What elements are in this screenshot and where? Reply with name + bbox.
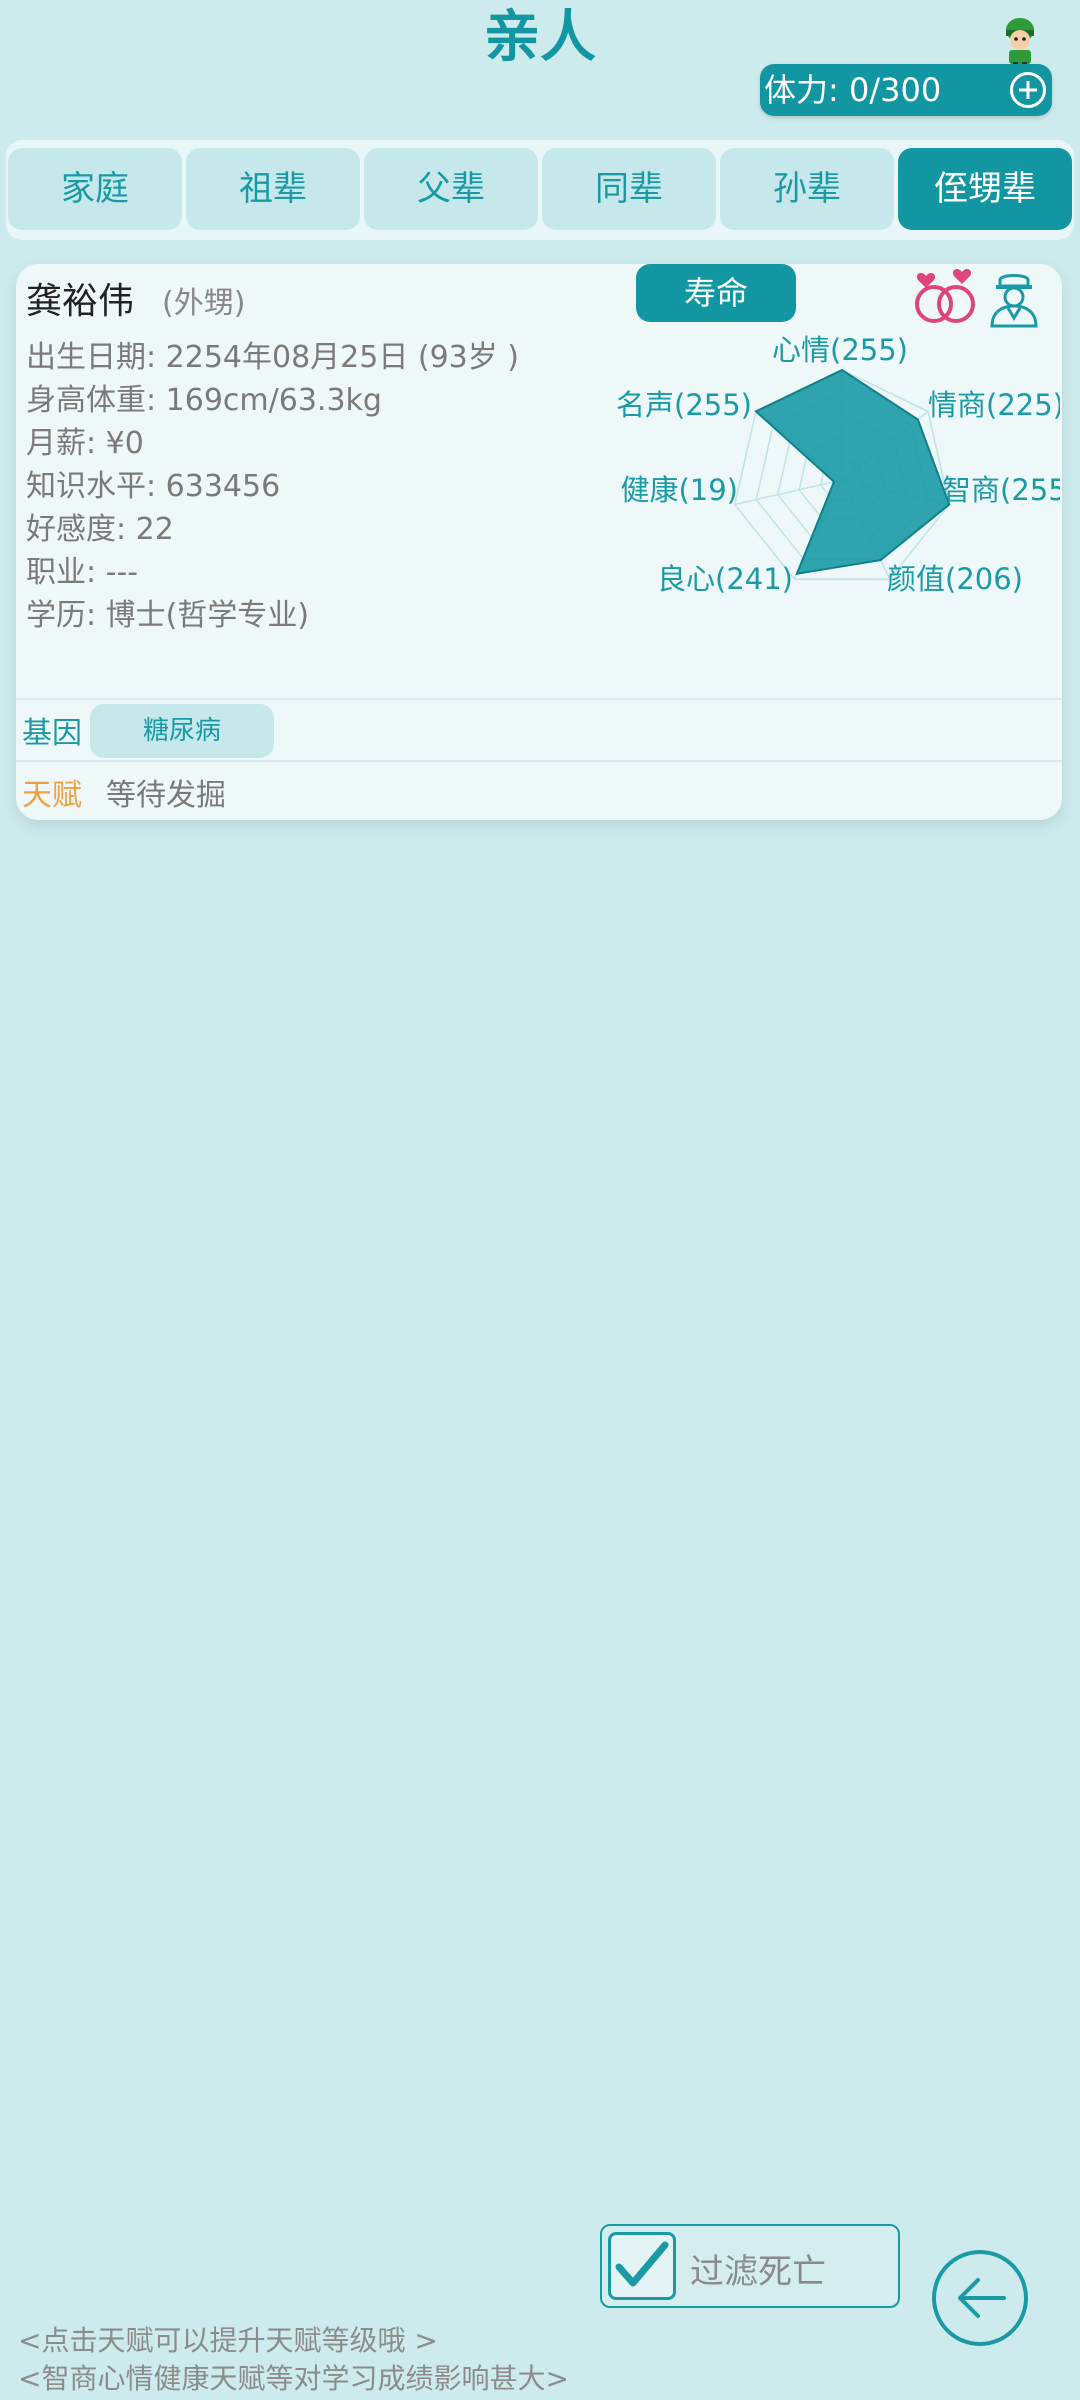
knowledge-level: 知识水平: 633456: [26, 469, 281, 504]
relation-label: (外甥): [162, 286, 246, 321]
talent-value[interactable]: 等待发掘: [106, 770, 226, 814]
radar-label-looks: 颜值(206): [887, 562, 1023, 596]
attribute-radar-chart: 心情(255) 情商(225) 智商(255) 颜值(206) 良心(241) …: [616, 333, 1060, 596]
tab-parents[interactable]: 父辈: [364, 148, 538, 230]
tab-nephews[interactable]: 侄甥辈: [898, 148, 1072, 230]
divider: [16, 698, 1062, 700]
filter-checkbox[interactable]: [608, 2232, 676, 2300]
education: 学历: 博士(哲学专业): [26, 598, 310, 633]
radar-label-conscience: 良心(241): [657, 562, 793, 596]
gene-chip[interactable]: 糖尿病: [90, 704, 274, 758]
add-stamina-icon[interactable]: [1010, 72, 1046, 108]
stamina-bar[interactable]: 体力: 0/300: [760, 64, 1052, 116]
radar-label-eq: 情商(225): [928, 388, 1060, 422]
tab-grandchildren[interactable]: 孙辈: [720, 148, 894, 230]
gene-label: 基因: [22, 716, 82, 751]
affection-level: 好感度: 22: [26, 512, 174, 547]
filter-dead-toggle[interactable]: 过滤死亡: [600, 2224, 900, 2308]
hints: <点击天赋可以提升天赋等级哦 > <智商心情健康天赋等对学习成绩影响甚大>: [18, 2322, 569, 2398]
back-arrow-icon[interactable]: [930, 2248, 1030, 2348]
radar-value-polygon: [754, 368, 951, 575]
relative-name: 龚裕伟: [26, 281, 135, 322]
birth-date: 出生日期: 2254年08月25日 (93岁 ): [26, 340, 519, 375]
monthly-salary: 月薪: ¥0: [26, 426, 144, 461]
radar-label-health: 健康(19): [620, 473, 738, 507]
hint-line: <点击天赋可以提升天赋等级哦 >: [18, 2324, 438, 2357]
relative-info: 出生日期: 2254年08月25日 (93岁 ) 身高体重: 169cm/63.…: [26, 336, 519, 637]
tab-family[interactable]: 家庭: [8, 148, 182, 230]
radar-label-fame: 名声(255): [616, 388, 752, 422]
height-weight: 身高体重: 169cm/63.3kg: [26, 383, 382, 418]
relative-card[interactable]: 龚裕伟 (外甥) 寿命 出生日期: 2254年08月25日 (93岁 ) 身高体…: [16, 264, 1062, 820]
lifespan-button[interactable]: 寿命: [636, 264, 796, 322]
tab-grandparents[interactable]: 祖辈: [186, 148, 360, 230]
radar-label-mood: 心情(255): [772, 333, 908, 367]
checkmark-icon: [615, 2241, 669, 2287]
stamina-text: 体力: 0/300: [764, 71, 942, 109]
filter-label: 过滤死亡: [690, 2252, 826, 2292]
generation-tabs: 家庭 祖辈 父辈 同辈 孙辈 侄甥辈: [6, 140, 1074, 240]
talent-label[interactable]: 天赋: [22, 770, 82, 814]
relatives-screen: 亲人 体力: 0/300 家庭 祖辈 父辈 同辈 孙辈 侄甥辈 龚裕伟 (外甥)…: [0, 0, 1080, 2400]
doctor-icon[interactable]: [986, 270, 1042, 328]
divider: [16, 760, 1062, 762]
radar-label-iq: 智商(255): [942, 473, 1060, 507]
player-avatar-icon[interactable]: [996, 14, 1044, 68]
marriage-rings-icon[interactable]: [912, 266, 978, 326]
tab-siblings[interactable]: 同辈: [542, 148, 716, 230]
occupation: 职业: ---: [26, 555, 139, 590]
hint-line: <智商心情健康天赋等对学习成绩影响甚大>: [18, 2362, 569, 2395]
